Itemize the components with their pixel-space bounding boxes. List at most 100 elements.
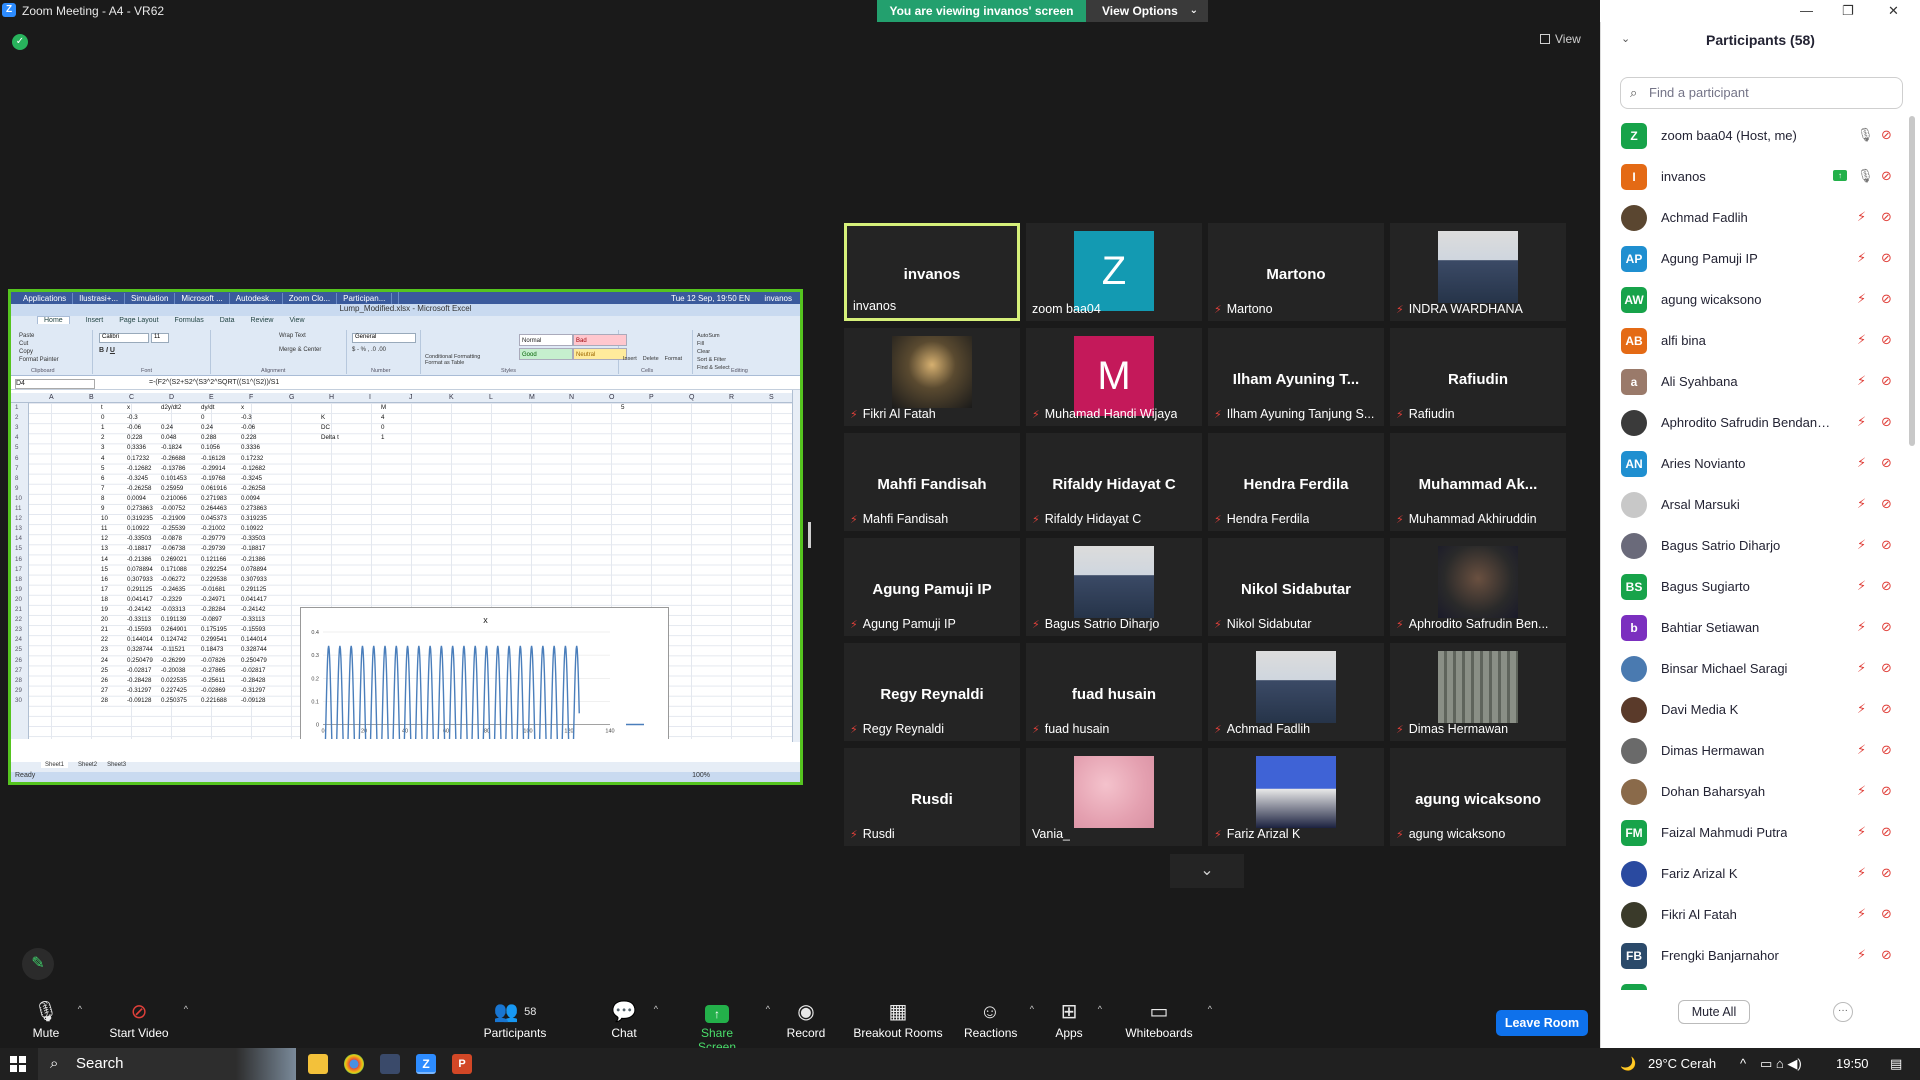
- apps-options-caret-icon[interactable]: ^: [1098, 1004, 1102, 1014]
- video-off-icon[interactable]: ⊘: [1881, 988, 1892, 990]
- annotate-pencil-icon[interactable]: ✎: [22, 948, 54, 980]
- powerpoint-icon[interactable]: P: [452, 1054, 472, 1074]
- vertical-scrollbar[interactable]: [792, 390, 800, 742]
- muted-mic-icon[interactable]: ⚡: [1857, 291, 1866, 307]
- muted-mic-icon[interactable]: ⚡: [1857, 373, 1866, 389]
- video-tile[interactable]: Regy Reynaldi ⚡ Regy Reynaldi: [844, 643, 1020, 741]
- participant-row[interactable]: Arsal Marsuki ⚡ ⊘: [1601, 485, 1907, 526]
- video-tile[interactable]: Nikol Sidabutar ⚡ Nikol Sidabutar: [1208, 538, 1384, 636]
- participants-button[interactable]: 👥 58 Participants: [480, 998, 550, 1040]
- video-tile[interactable]: ⚡ Fikri Al Fatah: [844, 328, 1020, 426]
- participant-row[interactable]: Bagus Satrio Diharjo ⚡ ⊘: [1601, 526, 1907, 567]
- muted-mic-icon[interactable]: ⚡: [1857, 865, 1866, 881]
- video-off-icon[interactable]: ⊘: [1881, 455, 1892, 471]
- participant-row[interactable]: a Ali Syahbana ⚡ ⊘: [1601, 362, 1907, 403]
- view-options-button[interactable]: View Options ⌄: [1086, 0, 1208, 22]
- muted-mic-icon[interactable]: ⚡: [1857, 619, 1866, 635]
- leave-room-button[interactable]: Leave Room: [1496, 1010, 1588, 1036]
- muted-mic-icon[interactable]: ⚡: [1857, 906, 1866, 922]
- video-off-icon[interactable]: ⊘: [1881, 250, 1892, 266]
- more-options-button[interactable]: ···: [1833, 1002, 1853, 1022]
- participant-row[interactable]: BS Bagus Sugiarto ⚡ ⊘: [1601, 567, 1907, 608]
- participant-search-input[interactable]: ⌕ Find a participant: [1620, 77, 1903, 109]
- taskbar-search-box[interactable]: ⌕ Search: [38, 1048, 296, 1080]
- start-video-button[interactable]: ⊘ Start Video ^: [108, 998, 188, 1040]
- tray-system-icons[interactable]: ▭ ⌂ ◀): [1760, 1056, 1802, 1072]
- video-tile[interactable]: ⚡ Fariz Arizal K: [1208, 748, 1384, 846]
- video-off-icon[interactable]: ⊘: [1881, 906, 1892, 922]
- microphone-icon[interactable]: 🎙: [1857, 127, 1874, 143]
- video-tile[interactable]: Rifaldy Hidayat C ⚡ Rifaldy Hidayat C: [1026, 433, 1202, 531]
- taskbar-clock[interactable]: 19:50: [1836, 1056, 1869, 1071]
- video-off-icon[interactable]: ⊘: [1881, 168, 1892, 184]
- video-off-icon[interactable]: ⊘: [1881, 496, 1892, 512]
- muted-mic-icon[interactable]: ⚡: [1857, 496, 1866, 512]
- participant-row[interactable]: Aphrodito Safrudin Bendang (... ⚡ ⊘: [1601, 403, 1907, 444]
- mute-all-button[interactable]: Mute All: [1678, 1000, 1750, 1024]
- video-tile[interactable]: ⚡ INDRA WARDHANA: [1390, 223, 1566, 321]
- video-tile[interactable]: Hendra Ferdila ⚡ Hendra Ferdila: [1208, 433, 1384, 531]
- video-tile[interactable]: ⚡ Bagus Satrio Diharjo: [1026, 538, 1202, 636]
- muted-mic-icon[interactable]: ⚡: [1857, 332, 1866, 348]
- muted-mic-icon[interactable]: ⚡: [1857, 209, 1866, 225]
- formula-bar[interactable]: D4 =-(F2^(S2+S2^(S3^2^SQRT((S1^(S2))/S1: [11, 378, 800, 390]
- split-drag-handle[interactable]: [808, 522, 811, 548]
- participant-row[interactable]: AW agung wicaksono ⚡ ⊘: [1601, 280, 1907, 321]
- camera-app-icon[interactable]: [380, 1054, 400, 1074]
- weather-text[interactable]: 29°C Cerah: [1648, 1056, 1716, 1071]
- participant-row[interactable]: Dimas Hermawan ⚡ ⊘: [1601, 731, 1907, 772]
- video-tile[interactable]: Rafiudin ⚡ Rafiudin: [1390, 328, 1566, 426]
- video-off-icon[interactable]: ⊘: [1881, 947, 1892, 963]
- muted-mic-icon[interactable]: ⚡: [1857, 414, 1866, 430]
- video-off-icon[interactable]: ⊘: [1881, 701, 1892, 717]
- shared-screen[interactable]: Applications Ilustrasi+... Simulation Micro…: [8, 289, 803, 785]
- muted-mic-icon[interactable]: ⚡: [1857, 701, 1866, 717]
- video-off-icon[interactable]: ⊘: [1881, 742, 1892, 758]
- muted-mic-icon[interactable]: ⚡: [1857, 988, 1866, 990]
- encryption-shield-icon[interactable]: ✓: [12, 34, 28, 50]
- participant-row[interactable]: AN Aries Novianto ⚡ ⊘: [1601, 444, 1907, 485]
- video-tile[interactable]: Rusdi ⚡ Rusdi: [844, 748, 1020, 846]
- microphone-icon[interactable]: 🎙: [1857, 168, 1874, 184]
- share-screen-button[interactable]: ↑ Share Screen ^: [682, 998, 770, 1054]
- reactions-options-caret-icon[interactable]: ^: [1030, 1004, 1034, 1014]
- participant-row[interactable]: Binsar Michael Saragi ⚡ ⊘: [1601, 649, 1907, 690]
- video-off-icon[interactable]: ⊘: [1881, 127, 1892, 143]
- chat-options-caret-icon[interactable]: ^: [654, 1004, 658, 1014]
- video-off-icon[interactable]: ⊘: [1881, 824, 1892, 840]
- video-off-icon[interactable]: ⊘: [1881, 537, 1892, 553]
- muted-mic-icon[interactable]: ⚡: [1857, 455, 1866, 471]
- video-off-icon[interactable]: ⊘: [1881, 578, 1892, 594]
- video-off-icon[interactable]: ⊘: [1881, 865, 1892, 881]
- muted-mic-icon[interactable]: ⚡: [1857, 947, 1866, 963]
- video-tile[interactable]: ⚡ Achmad Fadlih: [1208, 643, 1384, 741]
- whiteboards-button[interactable]: ▭ Whiteboards ^: [1124, 998, 1212, 1040]
- video-tile[interactable]: Martono ⚡ Martono: [1208, 223, 1384, 321]
- video-off-icon[interactable]: ⊘: [1881, 332, 1892, 348]
- mute-options-caret-icon[interactable]: ^: [78, 1004, 82, 1014]
- collapse-panel-icon[interactable]: ⌄: [1621, 32, 1630, 45]
- file-explorer-icon[interactable]: [308, 1054, 328, 1074]
- video-off-icon[interactable]: ⊘: [1881, 209, 1892, 225]
- breakout-rooms-button[interactable]: ▦ Breakout Rooms: [852, 998, 944, 1040]
- video-tile[interactable]: fuad husain ⚡ fuad husain: [1026, 643, 1202, 741]
- participant-row[interactable]: b Bahtiar Setiawan ⚡ ⊘: [1601, 608, 1907, 649]
- view-layout-button[interactable]: View: [1540, 32, 1581, 46]
- video-off-icon[interactable]: ⊘: [1881, 619, 1892, 635]
- share-options-caret-icon[interactable]: ^: [766, 1004, 770, 1014]
- muted-mic-icon[interactable]: ⚡: [1857, 660, 1866, 676]
- name-box[interactable]: D4: [15, 379, 95, 389]
- video-tile[interactable]: Agung Pamuji IP ⚡ Agung Pamuji IP: [844, 538, 1020, 636]
- close-icon[interactable]: ✕: [1888, 3, 1899, 19]
- sheet-tabs[interactable]: Sheet1 Sheet2 Sheet3: [11, 762, 800, 772]
- apps-button[interactable]: ⊞ Apps ^: [1054, 998, 1102, 1040]
- video-off-icon[interactable]: ⊘: [1881, 291, 1892, 307]
- video-off-icon[interactable]: ⊘: [1881, 783, 1892, 799]
- chrome-icon[interactable]: [344, 1054, 364, 1074]
- video-tile[interactable]: Muhammad Ak... ⚡ Muhammad Akhiruddin: [1390, 433, 1566, 531]
- video-tile[interactable]: invanos invanos: [844, 223, 1020, 321]
- zoom-app-icon[interactable]: Z: [416, 1054, 436, 1074]
- muted-mic-icon[interactable]: ⚡: [1857, 250, 1866, 266]
- participant-row[interactable]: Zzoom baa04 (Host, me) 🎙 ⊘: [1601, 116, 1907, 157]
- video-tile[interactable]: ⚡ Dimas Hermawan: [1390, 643, 1566, 741]
